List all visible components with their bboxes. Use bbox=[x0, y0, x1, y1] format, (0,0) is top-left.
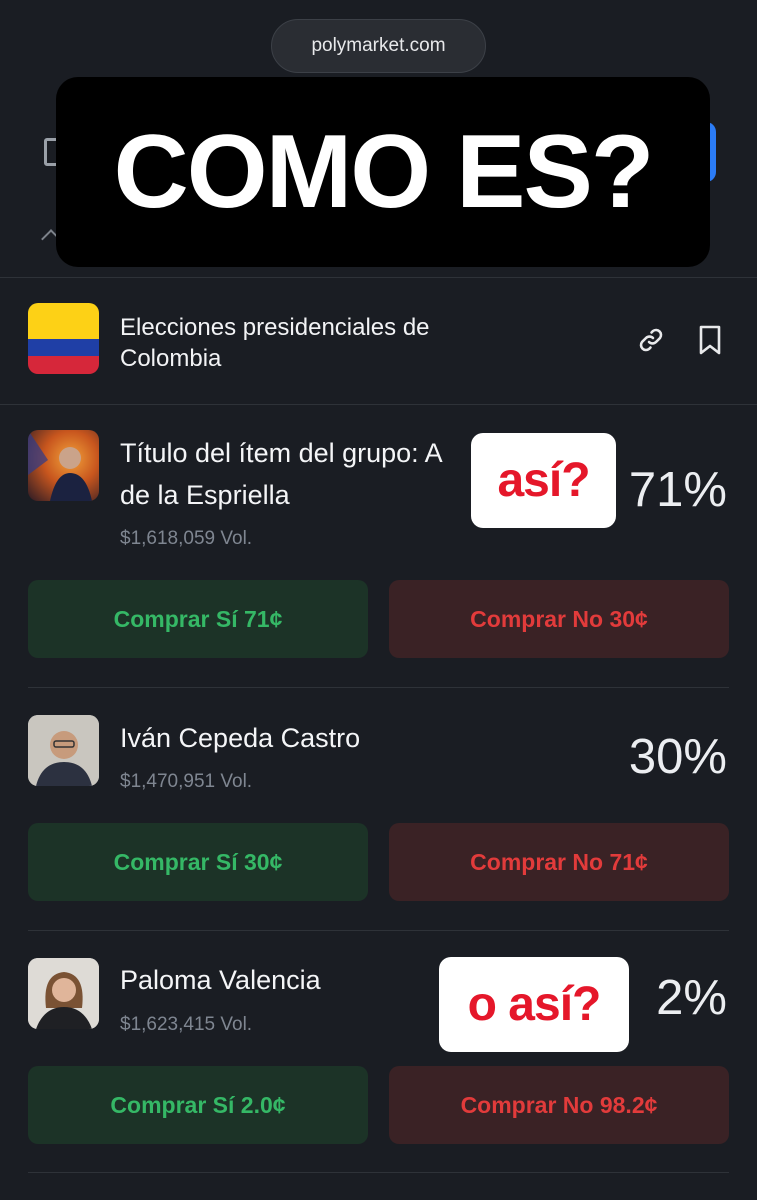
sticker-o-asi: o así? bbox=[439, 957, 629, 1052]
divider bbox=[28, 687, 729, 688]
divider bbox=[0, 277, 757, 278]
buy-no-button[interactable]: Comprar No 98.2¢ bbox=[389, 1066, 729, 1144]
sticker-asi: así? bbox=[471, 433, 616, 528]
candidate-volume: $1,470,951 Vol. bbox=[120, 771, 253, 792]
url-bar[interactable]: polymarket.com bbox=[271, 19, 486, 73]
candidate-volume: $1,618,059 Vol. bbox=[120, 528, 253, 549]
divider bbox=[0, 404, 757, 405]
buy-yes-button[interactable]: Comprar Sí 2.0¢ bbox=[28, 1066, 368, 1144]
overlay-caption: COMO ES? bbox=[56, 77, 710, 267]
candidate-percent: 71% bbox=[628, 463, 727, 517]
candidate-percent: 30% bbox=[628, 730, 727, 784]
candidate-name[interactable]: Paloma Valencia bbox=[120, 959, 321, 1001]
buy-no-button[interactable]: Comprar No 30¢ bbox=[389, 580, 729, 658]
candidate-avatar bbox=[28, 715, 99, 786]
candidate-avatar bbox=[28, 958, 99, 1029]
bookmark-icon[interactable] bbox=[695, 323, 725, 357]
buy-no-button[interactable]: Comprar No 71¢ bbox=[389, 823, 729, 901]
colombia-flag-icon bbox=[28, 303, 99, 374]
candidate-avatar bbox=[28, 430, 99, 501]
candidate-name[interactable]: Iván Cepeda Castro bbox=[120, 717, 360, 759]
buy-yes-button[interactable]: Comprar Sí 30¢ bbox=[28, 823, 368, 901]
candidate-name[interactable]: Título del ítem del grupo: A de la Espri… bbox=[120, 432, 470, 516]
link-icon[interactable] bbox=[636, 323, 666, 357]
event-title: Elecciones presidenciales de Colombia bbox=[120, 314, 430, 372]
candidate-percent: 2% bbox=[656, 971, 727, 1025]
divider bbox=[28, 1172, 729, 1173]
divider bbox=[28, 930, 729, 931]
buy-yes-button[interactable]: Comprar Sí 71¢ bbox=[28, 580, 368, 658]
candidate-volume: $1,623,415 Vol. bbox=[120, 1014, 253, 1035]
